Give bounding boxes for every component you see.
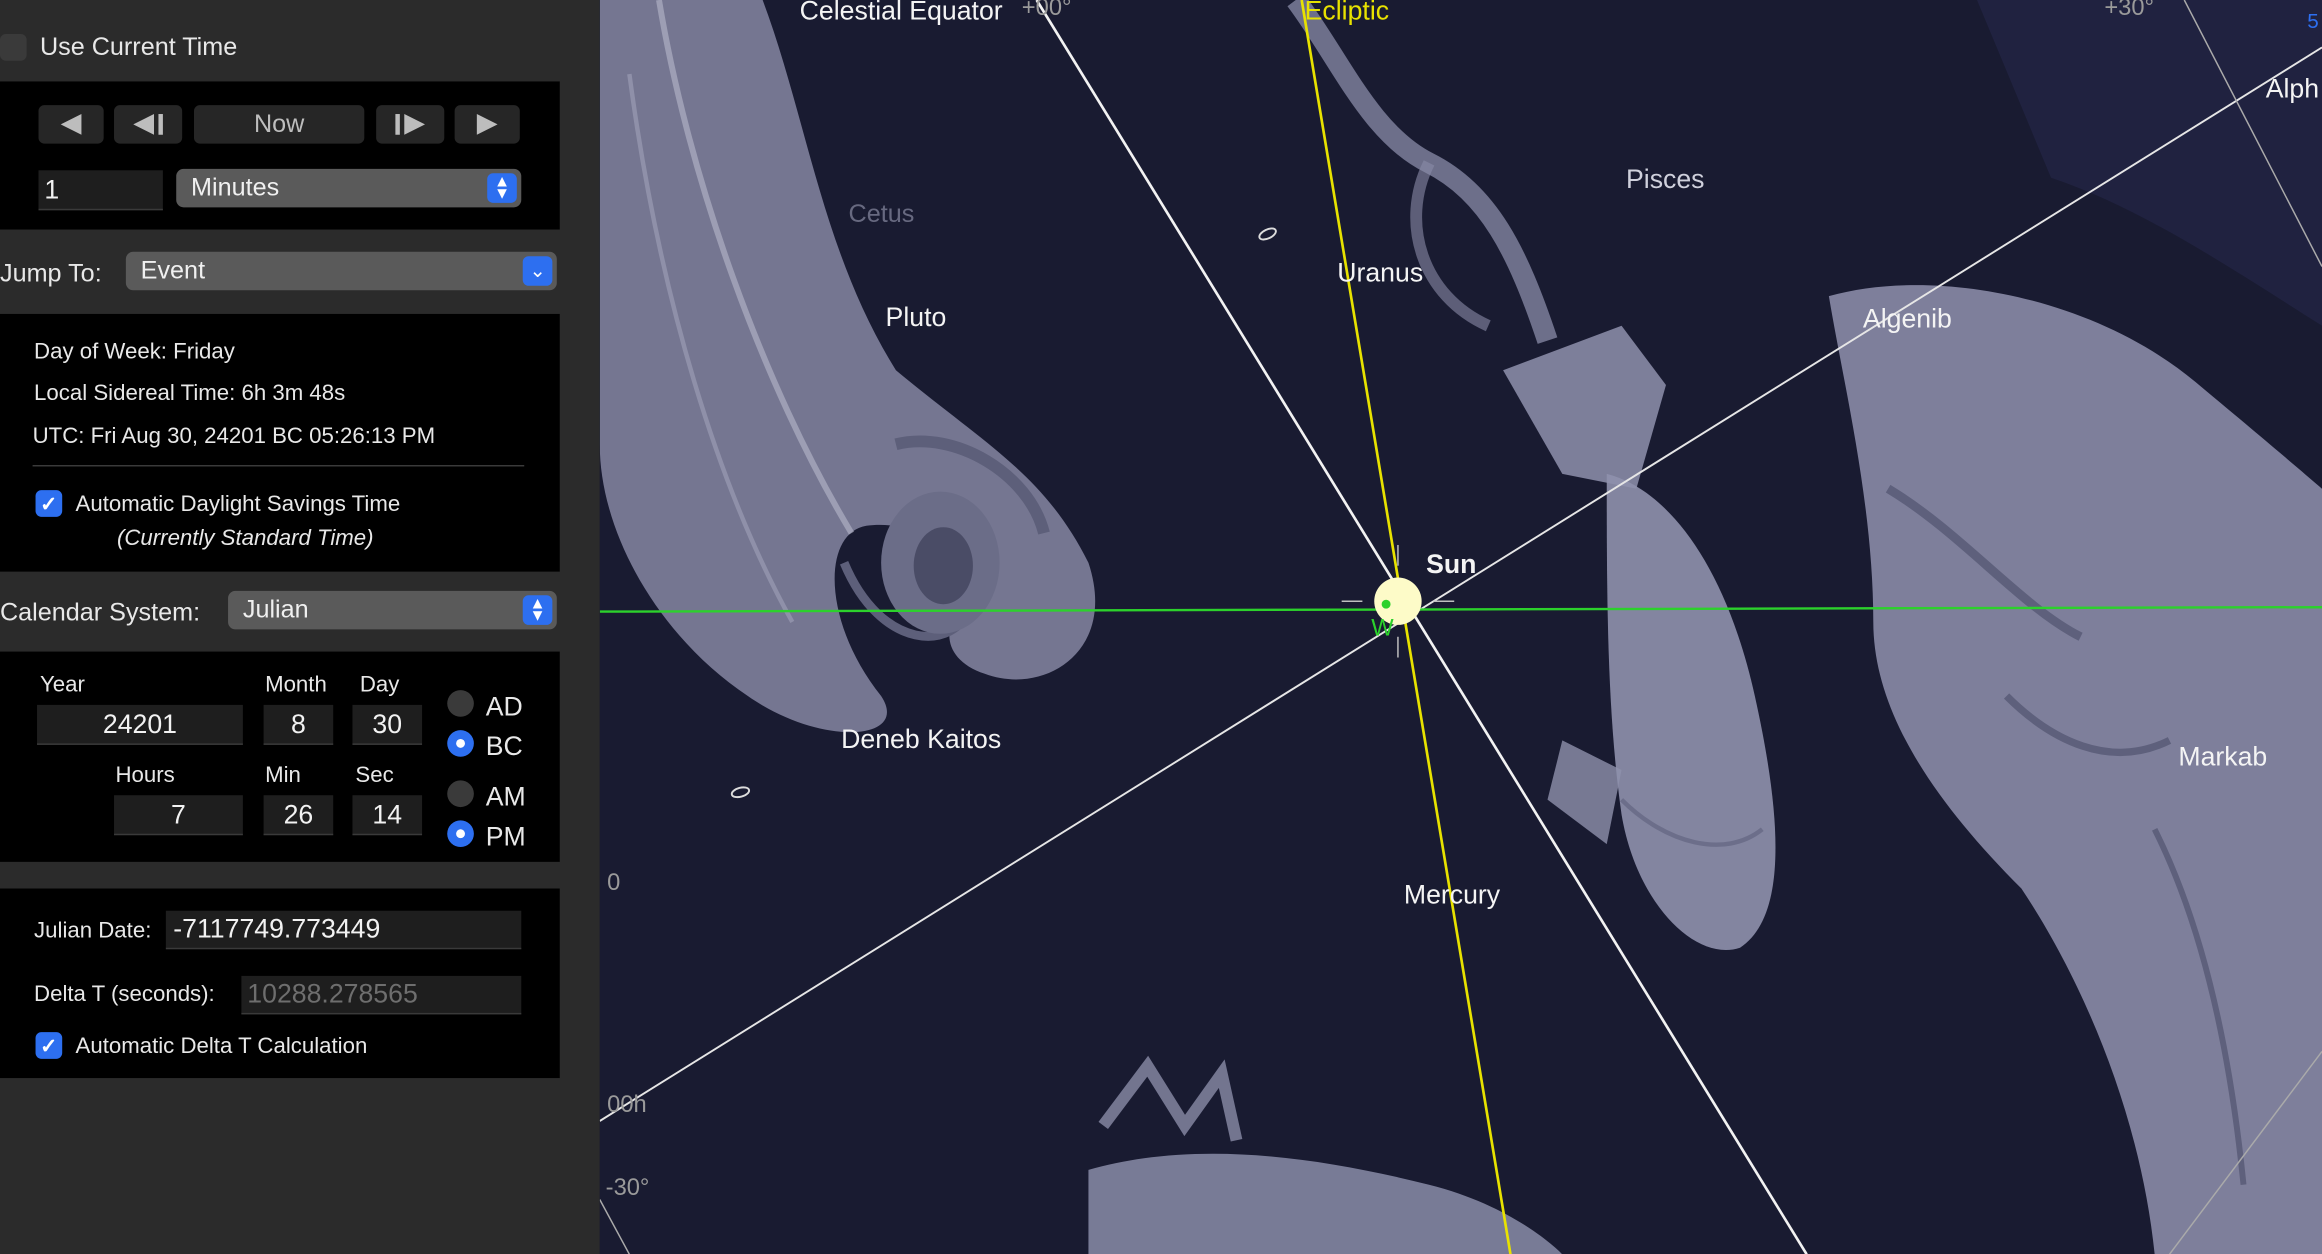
local-sidereal-time: Local Sidereal Time: 6h 3m 48s <box>34 380 346 406</box>
month-value: 8 <box>290 708 306 739</box>
am-radio[interactable] <box>447 780 474 808</box>
step-back-icon <box>133 114 163 135</box>
dst-status: (Currently Standard Time) <box>116 525 374 551</box>
month-input[interactable]: 8 <box>263 704 334 745</box>
year-input[interactable]: 24201 <box>37 704 243 745</box>
time-panel: Use Current Time Now 1 Minutes ▲ ▼ Jump … <box>0 0 600 1254</box>
sky-figures <box>599 0 2322 1254</box>
chevron-down-icon: ⌄ <box>522 256 553 286</box>
jump-to-select[interactable]: Event ⌄ <box>125 251 557 291</box>
jump-to-value: Event <box>140 256 206 285</box>
cetus-label[interactable]: Cetus <box>849 200 915 230</box>
day-of-week: Day of Week: Friday <box>34 339 235 365</box>
calendar-system-value: Julian <box>242 595 309 624</box>
calendar-system-label: Calendar System: <box>0 598 201 627</box>
cetus-figure <box>599 0 1096 733</box>
auto-delta-t-checkbox[interactable]: ✓ <box>35 1032 63 1059</box>
divider <box>32 464 525 467</box>
up-down-chevron-icon: ▲ ▼ <box>522 595 553 625</box>
step-unit-value: Minutes <box>191 173 280 202</box>
year-value: 24201 <box>102 708 178 739</box>
step-amount-value: 1 <box>44 174 60 204</box>
day-value: 30 <box>372 708 403 739</box>
auto-dst-checkbox[interactable]: ✓ <box>35 490 63 517</box>
step-forward-icon <box>395 114 426 135</box>
julian-date-section: Julian Date: -7117749.773449 Delta T (se… <box>0 888 560 1079</box>
delta-t-value: 10288.278565 <box>247 978 418 1009</box>
pluto-label[interactable]: Pluto <box>886 302 947 333</box>
bc-label: BC <box>485 731 523 762</box>
pisces-fish-figure <box>1606 473 1776 951</box>
calendar-system-select[interactable]: Julian ▲ ▼ <box>228 590 557 630</box>
step-amount-input[interactable]: 1 <box>38 170 163 211</box>
pm-radio[interactable] <box>447 820 474 848</box>
year-label: Year <box>39 672 85 698</box>
jump-to-label: Jump To: <box>0 259 102 288</box>
alpheratz-label[interactable]: Alph <box>2266 74 2319 105</box>
ad-label: AD <box>485 691 523 722</box>
sky-chart-view[interactable]: Celestial Equator +00° Ecliptic +30° Alp… <box>599 0 2322 1254</box>
auto-delta-t-label: Automatic Delta T Calculation <box>75 1033 368 1059</box>
day-input[interactable]: 30 <box>352 704 423 745</box>
horizon-west-label: W <box>1371 616 1394 642</box>
triangle-left-icon <box>60 114 82 135</box>
min-label: Min <box>265 762 301 788</box>
step-forward-button[interactable] <box>376 105 445 144</box>
auto-dst-label: Automatic Daylight Savings Time <box>75 491 401 517</box>
triangle-right-icon <box>476 114 498 135</box>
minutes-value: 26 <box>283 798 314 829</box>
delta-t-input: 10288.278565 <box>241 975 522 1015</box>
hours-value: 7 <box>171 798 186 829</box>
step-controls: Now 1 Minutes ▲ ▼ <box>0 81 560 230</box>
ecliptic-label[interactable]: Ecliptic <box>1305 0 1389 27</box>
pm-label: PM <box>485 821 526 852</box>
utc-time: UTC: Fri Aug 30, 24201 BC 05:26:13 PM <box>32 423 436 449</box>
sec-label: Sec <box>355 762 394 788</box>
algenib-label[interactable]: Algenib <box>1863 304 1952 335</box>
julian-date-input[interactable]: -7117749.773449 <box>165 910 522 950</box>
day-label: Day <box>359 672 400 698</box>
step-unit-select[interactable]: Minutes ▲ ▼ <box>176 168 522 208</box>
step-back-button[interactable] <box>114 105 183 144</box>
ra-00h-label: 00h <box>607 1092 647 1119</box>
minutes-input[interactable]: 26 <box>263 795 334 836</box>
julian-date-value: -7117749.773449 <box>173 913 381 944</box>
seconds-value: 14 <box>372 798 403 829</box>
pisces-label[interactable]: Pisces <box>1626 164 1705 195</box>
seconds-input[interactable]: 14 <box>352 795 423 836</box>
month-label: Month <box>265 672 327 698</box>
bc-radio[interactable] <box>447 730 474 757</box>
markab-label[interactable]: Markab <box>2178 742 2267 773</box>
zero-label: 0 <box>607 870 621 896</box>
time-info: Day of Week: Friday Local Sidereal Time:… <box>0 313 560 572</box>
hours-label: Hours <box>115 762 175 788</box>
now-button[interactable]: Now <box>193 105 365 144</box>
edge-label: 5 <box>2307 8 2319 33</box>
uranus-label[interactable]: Uranus <box>1337 258 1423 289</box>
ad-radio[interactable] <box>447 690 474 717</box>
step-forward-fast-button[interactable] <box>454 105 520 144</box>
step-back-fast-button[interactable] <box>38 105 104 144</box>
use-current-time-checkbox[interactable] <box>0 34 27 61</box>
dec-minus30-label: -30° <box>605 1175 650 1201</box>
mercury-label[interactable]: Mercury <box>1404 880 1500 911</box>
dec-plus30-label: +30° <box>2104 0 2154 21</box>
use-current-time-label: Use Current Time <box>39 32 238 61</box>
ra-00-label: +00° <box>1021 0 1072 21</box>
deneb-kaitos-label[interactable]: Deneb Kaitos <box>841 724 1001 755</box>
am-label: AM <box>485 781 526 812</box>
sun-label[interactable]: Sun <box>1426 549 1476 580</box>
julian-date-label: Julian Date: <box>34 918 152 944</box>
up-down-chevron-icon: ▲ ▼ <box>487 173 517 203</box>
hours-input[interactable]: 7 <box>114 795 243 836</box>
date-time-fields: Year Month Day 24201 8 30 AD BC Hours Mi… <box>0 651 560 862</box>
delta-t-label: Delta T (seconds): <box>34 981 215 1007</box>
celestial-equator-label[interactable]: Celestial Equator <box>800 0 1003 27</box>
